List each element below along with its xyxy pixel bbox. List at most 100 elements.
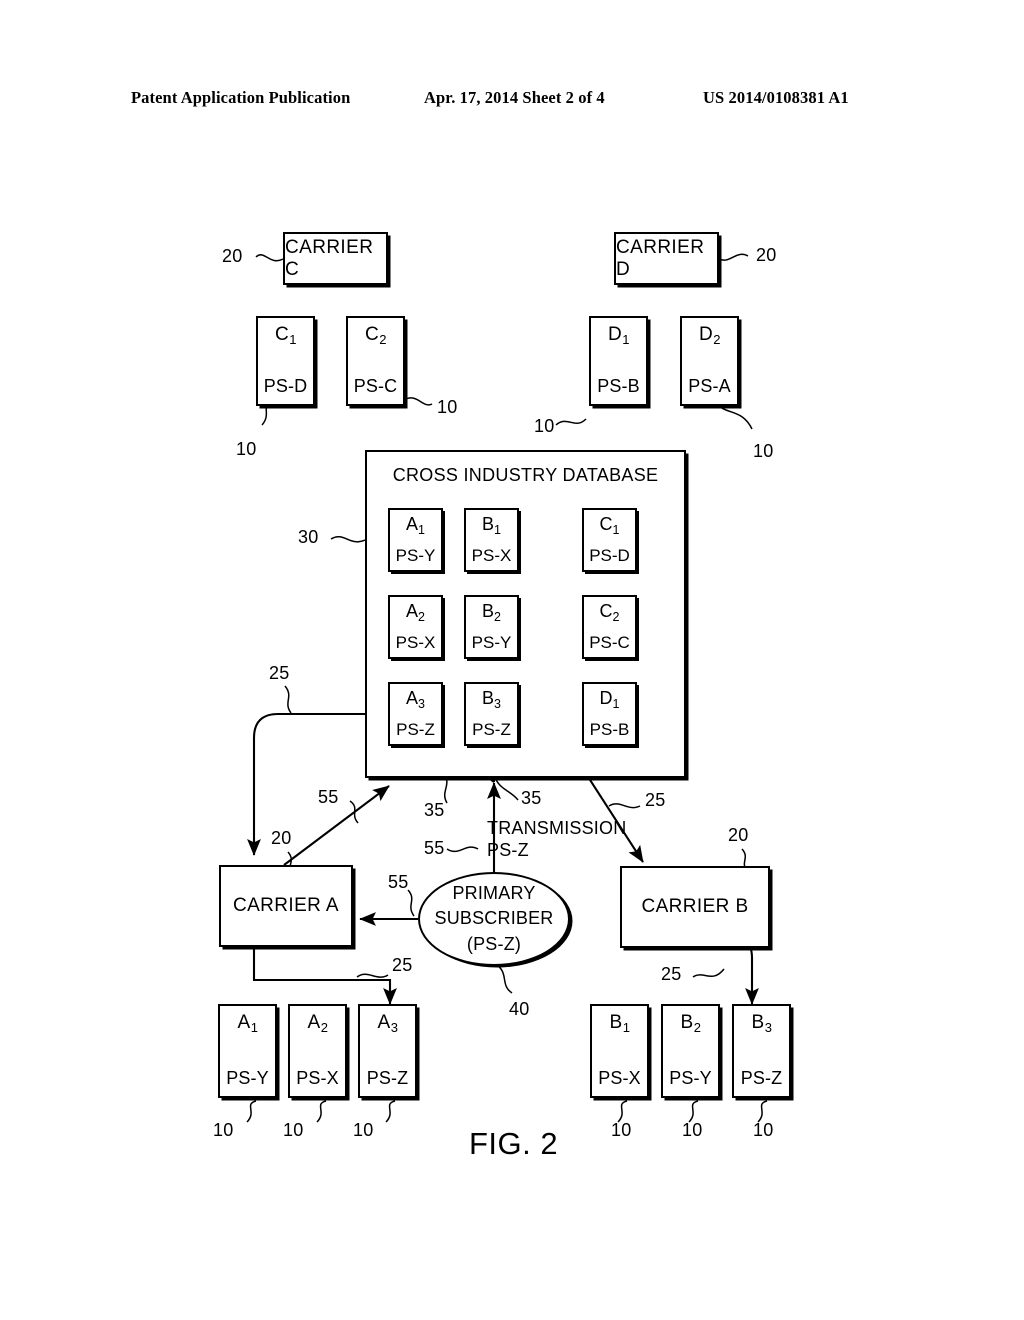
carrier-b-box[interactable]: CARRIER B — [620, 866, 770, 948]
unit-d1-id: D1 — [608, 324, 630, 347]
db-record-b3-id: B3 — [482, 688, 501, 711]
unit-c1-ps: PS-D — [263, 376, 308, 396]
unit-a1-id: A1 — [237, 1012, 258, 1035]
ref-20-carrier-d: 20 — [756, 245, 777, 265]
unit-a3-ps: PS-Z — [366, 1068, 409, 1088]
db-record-a1-id: A1 — [406, 514, 425, 537]
cross-industry-database[interactable]: CROSS INDUSTRY DATABASE A1 PS-Y B1 PS-X … — [365, 450, 686, 778]
unit-b1[interactable]: B1 PS-X — [590, 1004, 649, 1098]
unit-d1-ps: PS-B — [597, 376, 640, 396]
db-record-b3-sub: 3 — [494, 697, 501, 711]
unit-c2[interactable]: C2 PS-C — [346, 316, 405, 406]
transmission-line1: TRANSMISSION — [487, 818, 627, 838]
ref-55-low: 55 — [388, 872, 409, 892]
db-record-c1-ps: PS-D — [589, 546, 630, 565]
db-record-c2-sub: 2 — [612, 610, 620, 624]
patent-figure-page: Patent Application Publication Apr. 17, … — [0, 0, 1024, 1320]
db-record-c1-sub: 1 — [612, 523, 620, 537]
db-record-a3-ps: PS-Z — [396, 720, 435, 739]
subscriber-line2: SUBSCRIBER — [434, 908, 554, 929]
unit-b2[interactable]: B2 PS-Y — [661, 1004, 720, 1098]
db-record-b2-ps: PS-Y — [471, 633, 512, 652]
carrier-c-box[interactable]: CARRIER C — [283, 232, 388, 285]
db-record-c1[interactable]: C1 PS-D — [582, 508, 637, 572]
db-record-a1-ps: PS-Y — [395, 546, 436, 565]
unit-a2-ps: PS-X — [296, 1068, 339, 1088]
ref-20-carrier-c: 20 — [222, 246, 243, 266]
ref-25-left: 25 — [269, 663, 290, 683]
ref-10-d1: 10 — [534, 416, 555, 436]
transmission-line2: PS-Z — [487, 839, 529, 860]
db-record-a1-sub: 1 — [418, 523, 425, 537]
unit-d1[interactable]: D1 PS-B — [589, 316, 648, 406]
db-record-b3[interactable]: B3 PS-Z — [464, 682, 519, 746]
ref-10-a3: 10 — [353, 1120, 374, 1140]
db-record-c2[interactable]: C2 PS-C — [582, 595, 637, 659]
db-record-a2[interactable]: A2 PS-X — [388, 595, 443, 659]
unit-b1-id: B1 — [609, 1012, 630, 1035]
db-record-a1[interactable]: A1 PS-Y — [388, 508, 443, 572]
carrier-b-label: CARRIER B — [641, 896, 749, 917]
subscriber-line1: PRIMARY — [452, 882, 536, 903]
db-record-d1-ps: PS-B — [589, 720, 630, 739]
ref-25-carrier-b-bottom: 25 — [661, 964, 682, 984]
db-record-a3[interactable]: A3 PS-Z — [388, 682, 443, 746]
db-record-b1-id: B1 — [482, 514, 501, 537]
ref-10-d2: 10 — [753, 441, 774, 461]
unit-d2-id: D2 — [699, 324, 721, 347]
ref-30-database: 30 — [298, 527, 319, 547]
unit-c2-ps: PS-C — [353, 376, 398, 396]
primary-subscriber-node[interactable]: PRIMARY SUBSCRIBER (PS-Z) — [418, 872, 570, 966]
db-record-c2-ps: PS-C — [589, 633, 630, 652]
unit-b3[interactable]: B3 PS-Z — [732, 1004, 791, 1098]
ref-10-c1: 10 — [236, 439, 257, 459]
ref-20-carrier-a: 20 — [271, 828, 292, 848]
unit-a2-sub: 2 — [320, 1020, 328, 1035]
db-record-a3-sub: 3 — [418, 697, 425, 711]
db-record-d1[interactable]: D1 PS-B — [582, 682, 637, 746]
db-record-b1[interactable]: B1 PS-X — [464, 508, 519, 572]
carrier-a-box[interactable]: CARRIER A — [219, 865, 353, 947]
unit-b1-ps: PS-X — [598, 1068, 641, 1088]
unit-a3[interactable]: A3 PS-Z — [358, 1004, 417, 1098]
carrier-d-box[interactable]: CARRIER D — [614, 232, 719, 285]
unit-b2-ps: PS-Y — [669, 1068, 712, 1088]
carrier-d-label: CARRIER D — [616, 236, 705, 280]
unit-a1[interactable]: A1 PS-Y — [218, 1004, 277, 1098]
unit-c1[interactable]: C1 PS-D — [256, 316, 315, 406]
database-title: CROSS INDUSTRY DATABASE — [392, 465, 659, 485]
ref-40-subscriber: 40 — [509, 999, 530, 1019]
unit-a3-sub: 3 — [390, 1020, 398, 1035]
unit-a3-id: A3 — [377, 1012, 398, 1035]
unit-b3-ps: PS-Z — [740, 1068, 783, 1088]
unit-b3-id: B3 — [751, 1012, 772, 1035]
db-record-d1-sub: 1 — [612, 697, 620, 711]
transmission-label: TRANSMISSION PS-Z — [487, 818, 626, 862]
db-record-b1-sub: 1 — [494, 523, 501, 537]
ref-35-right: 35 — [521, 788, 542, 808]
figure-label: FIG. 2 — [469, 1126, 559, 1161]
unit-d1-sub: 1 — [622, 332, 630, 347]
unit-b2-id: B2 — [680, 1012, 701, 1035]
db-record-a2-sub: 2 — [418, 610, 425, 624]
ref-10-c2: 10 — [437, 397, 458, 417]
unit-a2[interactable]: A2 PS-X — [288, 1004, 347, 1098]
unit-b2-sub: 2 — [693, 1020, 701, 1035]
db-record-c2-id: C2 — [599, 601, 620, 624]
ref-10-b3: 10 — [753, 1120, 774, 1140]
ref-55-left: 55 — [318, 787, 339, 807]
subscriber-line3: (PS-Z) — [466, 933, 522, 954]
carrier-c-label: CARRIER C — [285, 236, 374, 280]
ref-25-right: 25 — [645, 790, 666, 810]
ref-20-carrier-b: 20 — [728, 825, 749, 845]
unit-b3-sub: 3 — [764, 1020, 772, 1035]
unit-a2-id: A2 — [307, 1012, 328, 1035]
ref-25-carrier-a-bottom: 25 — [392, 955, 413, 975]
db-record-a3-id: A3 — [406, 688, 425, 711]
unit-b1-sub: 1 — [622, 1020, 630, 1035]
unit-a1-ps: PS-Y — [226, 1068, 269, 1088]
db-record-c1-id: C1 — [599, 514, 620, 537]
unit-d2[interactable]: D2 PS-A — [680, 316, 739, 406]
db-record-b2[interactable]: B2 PS-Y — [464, 595, 519, 659]
db-record-b1-ps: PS-X — [471, 546, 512, 565]
